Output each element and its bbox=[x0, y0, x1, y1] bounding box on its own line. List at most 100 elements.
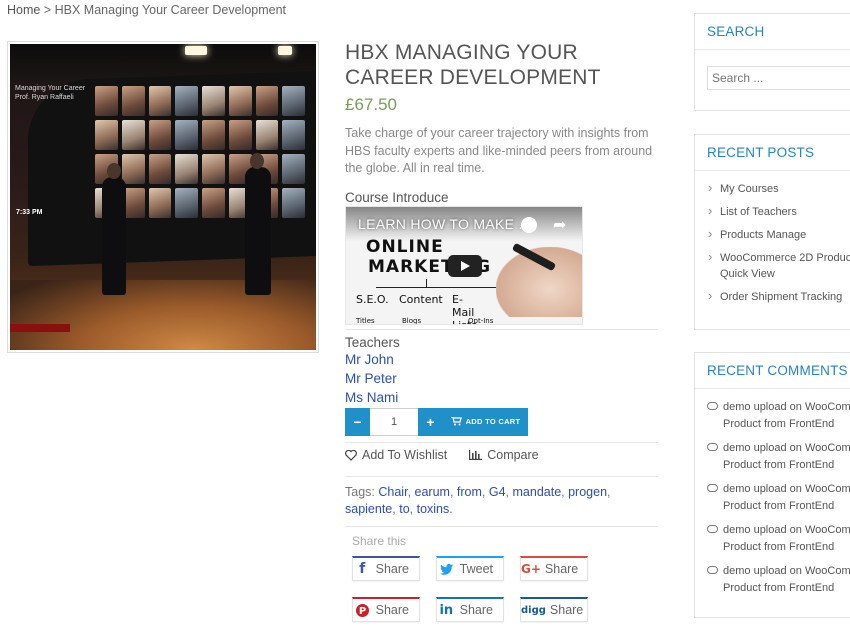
board-sub-1: Titles Anchors bbox=[356, 316, 375, 325]
presenter-figure bbox=[102, 163, 126, 295]
comment-post-link[interactable]: WooComm bbox=[805, 442, 850, 454]
breadcrumb-separator: > bbox=[43, 3, 52, 17]
digg-icon: digg bbox=[521, 604, 546, 616]
course-video-embed[interactable]: ONLINE MARKETING S.E.O. Content E-Mail L… bbox=[345, 205, 583, 325]
comment-author-link[interactable]: demo upload bbox=[723, 483, 787, 495]
digg-share-button[interactable]: digg Share bbox=[520, 597, 588, 622]
recent-comments-widget: RECENT COMMENTS demo upload on WooComm Pr… bbox=[694, 352, 850, 618]
google-plus-icon: G+ bbox=[521, 562, 541, 576]
comment-author-link[interactable]: demo upload bbox=[723, 565, 787, 577]
pinterest-icon: P bbox=[353, 599, 372, 621]
recent-comment-item: demo upload on WooComm Product from Front… bbox=[707, 399, 850, 433]
studio-red-stripe bbox=[10, 324, 70, 332]
product-title: HBX MANAGING YOUR CAREER DEVELOPMENT bbox=[345, 41, 601, 89]
breadcrumb: Home > HBX Managing Your Career Developm… bbox=[7, 3, 286, 17]
comment-author-link[interactable]: demo upload bbox=[723, 401, 787, 413]
search-input[interactable] bbox=[707, 66, 850, 90]
ceiling-lamp bbox=[278, 46, 292, 55]
teacher-link[interactable]: Ms Nami bbox=[345, 388, 658, 407]
recent-post-link[interactable]: Order Shipment Tracking bbox=[708, 288, 850, 305]
comment-on-word: on bbox=[789, 524, 802, 536]
comment-post-link[interactable]: WooComm bbox=[805, 401, 850, 413]
comment-post-link[interactable]: WooComm bbox=[805, 483, 850, 495]
teacher-link[interactable]: Mr Peter bbox=[345, 369, 658, 388]
board-branch-seo: S.E.O. bbox=[356, 292, 389, 306]
share-button-label: Share bbox=[549, 603, 584, 617]
comment-icon bbox=[707, 484, 718, 492]
ceiling-lamp bbox=[185, 46, 207, 55]
recent-post-link[interactable]: List of Teachers bbox=[708, 203, 850, 220]
twitter-icon bbox=[437, 558, 456, 580]
tag-link[interactable]: earum bbox=[415, 485, 450, 499]
share-button-label: Share bbox=[459, 603, 493, 617]
recent-post-link[interactable]: My Courses bbox=[708, 180, 850, 197]
linkedin-icon: in bbox=[439, 602, 454, 618]
quantity-input[interactable] bbox=[370, 407, 418, 436]
comment-icon bbox=[707, 566, 718, 574]
tag-link[interactable]: mandate bbox=[513, 485, 562, 499]
tag-link[interactable]: to bbox=[399, 502, 409, 516]
product-summary: HBX MANAGING YOUR CAREER DEVELOPMENT £67… bbox=[345, 40, 658, 443]
search-widget: SEARCH bbox=[694, 13, 850, 111]
recent-comments-list: demo upload on WooComm Product from Front… bbox=[695, 389, 850, 597]
tag-link[interactable]: toxins bbox=[417, 502, 450, 516]
recent-post-link[interactable]: WooCommerce 2D Product Quick View bbox=[708, 249, 850, 282]
tags-label: Tags: bbox=[345, 485, 375, 499]
board-sub-2: Blogs Videos bbox=[402, 316, 422, 325]
recent-comment-item: demo upload on WooComm Product from Front… bbox=[707, 440, 850, 474]
teacher-link[interactable]: Mr John bbox=[345, 350, 658, 369]
recent-comment-item: demo upload on WooComm Product from Front… bbox=[707, 522, 850, 556]
bar-chart-icon bbox=[469, 450, 483, 460]
add-to-cart-form: − + ADD TO CART bbox=[345, 407, 658, 436]
recent-comment-item: demo upload on WooComm Product from Front… bbox=[707, 563, 850, 597]
video-wall-time: 7:33 PM bbox=[16, 209, 43, 216]
product-price: £67.50 bbox=[345, 95, 397, 114]
linkedin-share-button[interactable]: in Share bbox=[436, 597, 504, 622]
video-wall-caption: Managing Your Career Prof. Ryan Raffaeli bbox=[15, 84, 85, 102]
comment-post-link-cont[interactable]: Product from FrontEnd bbox=[723, 459, 834, 471]
tag-link[interactable]: progen bbox=[568, 485, 607, 499]
compare-label: Compare bbox=[487, 448, 539, 462]
product-photo: Managing Your Career Prof. Ryan Raffaeli… bbox=[10, 44, 316, 350]
comment-post-link[interactable]: WooComm bbox=[805, 565, 850, 577]
comment-author-link[interactable]: demo upload bbox=[723, 442, 787, 454]
heart-icon bbox=[345, 449, 357, 461]
add-to-wishlist-link[interactable]: Add To Wishlist bbox=[345, 448, 447, 462]
recent-post-link[interactable]: Products Manage bbox=[708, 226, 850, 243]
comment-on-word: on bbox=[789, 483, 802, 495]
video-share-icon[interactable]: ➦ bbox=[553, 215, 566, 235]
comment-post-link-cont[interactable]: Product from FrontEnd bbox=[723, 500, 834, 512]
comment-post-link-cont[interactable]: Product from FrontEnd bbox=[723, 541, 834, 553]
comment-post-link-cont[interactable]: Product from FrontEnd bbox=[723, 418, 834, 430]
comment-post-link[interactable]: WooComm bbox=[805, 524, 850, 536]
quantity-increase-button[interactable]: + bbox=[418, 407, 443, 436]
presenter-figure bbox=[245, 153, 271, 295]
recent-posts-list: My Courses List of Teachers Products Man… bbox=[695, 171, 850, 305]
quantity-decrease-button[interactable]: − bbox=[345, 407, 370, 436]
comment-on-word: on bbox=[789, 565, 802, 577]
video-title[interactable]: LEARN HOW TO MAKE ... bbox=[358, 216, 531, 232]
video-wall-title: Managing Your Career bbox=[15, 85, 86, 92]
comment-author-link[interactable]: demo upload bbox=[723, 524, 787, 536]
tag-link[interactable]: G4 bbox=[489, 485, 506, 499]
tag-link[interactable]: from bbox=[457, 485, 482, 499]
pinterest-share-button[interactable]: P Share bbox=[352, 597, 420, 622]
comment-icon bbox=[707, 443, 718, 451]
play-button-icon[interactable] bbox=[448, 254, 482, 277]
compare-link[interactable]: Compare bbox=[469, 448, 539, 462]
participant-grid bbox=[95, 86, 305, 218]
comment-post-link-cont[interactable]: Product from FrontEnd bbox=[723, 582, 834, 594]
tag-link[interactable]: Chair bbox=[378, 485, 407, 499]
facebook-share-button[interactable]: f Share bbox=[352, 556, 420, 581]
board-branch-content: Content bbox=[399, 292, 443, 306]
product-image[interactable]: Managing Your Career Prof. Ryan Raffaeli… bbox=[7, 41, 319, 353]
add-to-cart-button[interactable]: ADD TO CART bbox=[443, 407, 528, 436]
twitter-share-button[interactable]: Tweet bbox=[436, 556, 504, 581]
tag-link[interactable]: sapiente bbox=[345, 502, 392, 516]
breadcrumb-home-link[interactable]: Home bbox=[7, 3, 40, 17]
add-to-cart-label: ADD TO CART bbox=[465, 417, 521, 426]
google-plus-share-button[interactable]: G+ Share bbox=[520, 556, 588, 581]
board-sub-3: Opt-Ins Relationships bbox=[468, 316, 494, 325]
teachers-label: Teachers bbox=[345, 334, 400, 350]
watch-later-icon[interactable] bbox=[521, 216, 537, 233]
